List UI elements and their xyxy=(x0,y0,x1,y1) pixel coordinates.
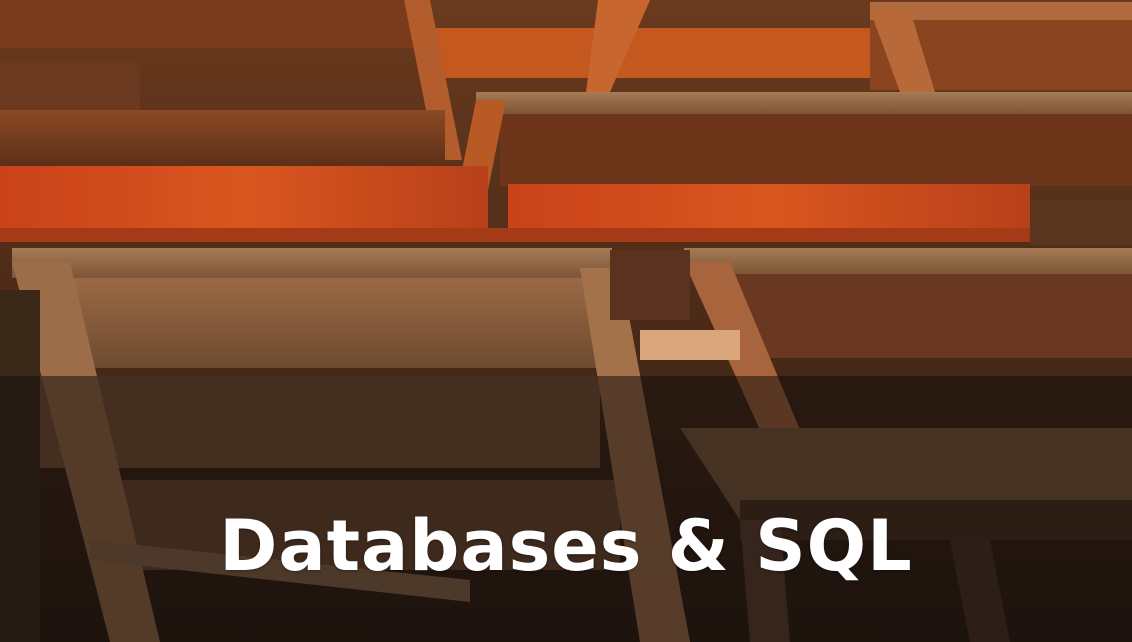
hero-banner: Databases & SQL xyxy=(0,0,1132,642)
banner-title: Databases & SQL xyxy=(219,505,913,587)
